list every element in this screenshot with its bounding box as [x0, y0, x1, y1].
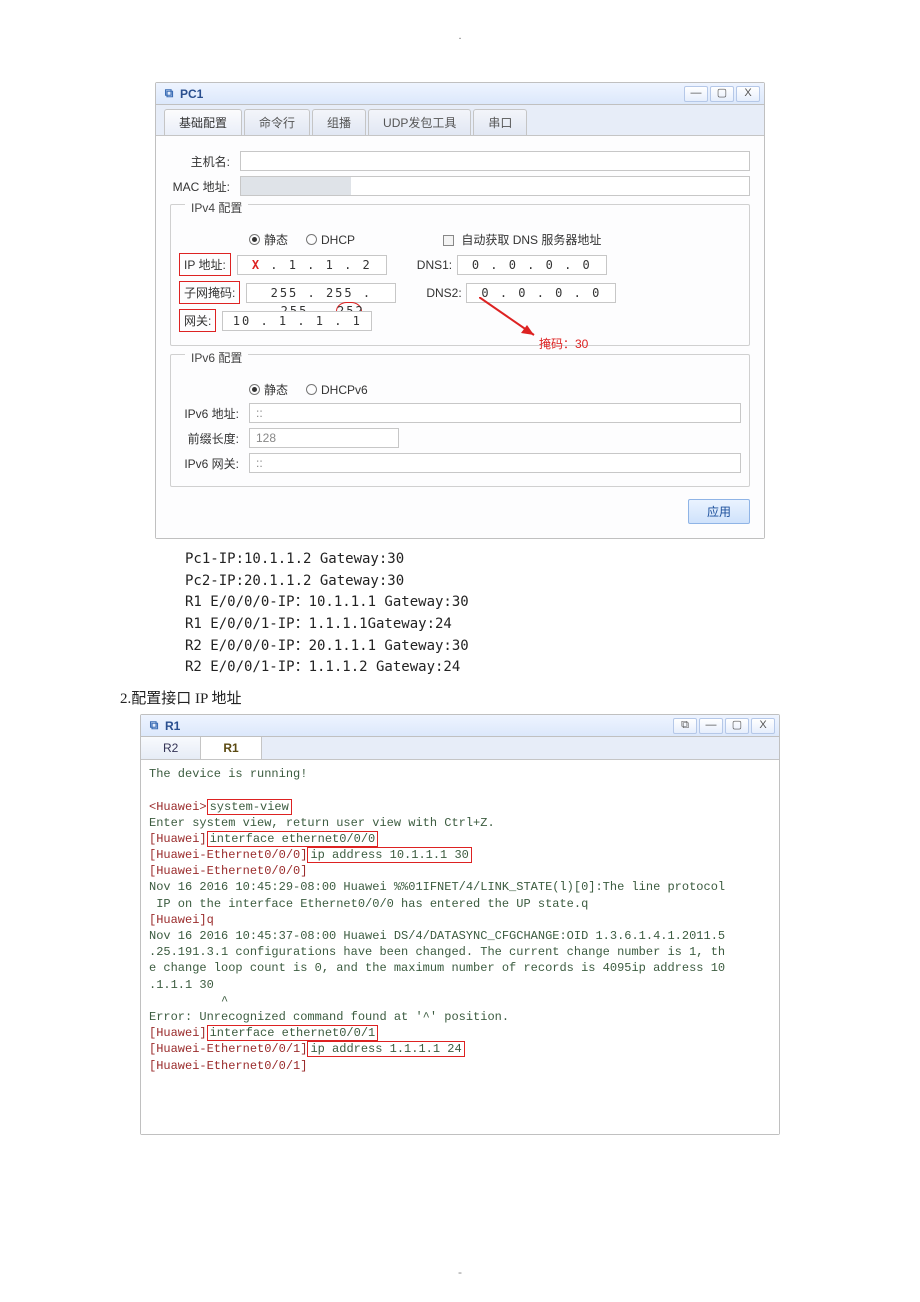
pc1-titlebar[interactable]: ⧉ PC1 — ▢ X — [156, 83, 764, 105]
c-run: The device is running! — [149, 767, 307, 781]
dns2-input[interactable]: 0 . 0 . 0 . 0 — [466, 283, 616, 303]
plen-label: 前缀长度: — [179, 430, 249, 447]
ip-rest: . 1 . 1 . 2 — [261, 258, 372, 272]
note-l2: Pc2-IP:20.1.1.2 Gateway:30 — [185, 571, 765, 593]
r1-titlebar[interactable]: ⧉ R1 ⧉ — ▢ X — [141, 715, 779, 737]
ip6gw-label: IPv6 网关: — [179, 455, 249, 472]
ipv6-group: IPv6 配置 静态 DHCPv6 IPv6 地址: :: 前缀长度: 128 … — [170, 354, 750, 487]
close-button[interactable]: X — [736, 86, 760, 102]
c-p2: [Huawei] — [149, 832, 207, 846]
cmd-ip-1: ip address 1.1.1.1 24 — [307, 1041, 464, 1057]
c-caret: ^ — [149, 994, 228, 1008]
c-p5: [Huawei] — [149, 1026, 207, 1040]
c-log1: Nov 16 2016 10:45:29-08:00 Huawei %%01IF… — [149, 880, 725, 910]
tab-cli[interactable]: 命令行 — [244, 109, 310, 135]
restore-button[interactable]: ⧉ — [673, 718, 697, 734]
tab-multicast[interactable]: 组播 — [312, 109, 366, 135]
ipv6-legend: IPv6 配置 — [185, 349, 248, 366]
minimize-button[interactable]: — — [684, 86, 708, 102]
dns1-label: DNS1: — [417, 258, 457, 272]
r1-tabrow: R2 R1 — [141, 737, 779, 760]
dhcp-label: DHCP — [321, 233, 355, 247]
gw-label: 网关: — [179, 309, 216, 332]
dhcpv6-label: DHCPv6 — [321, 383, 368, 397]
footer-dash: - — [0, 1145, 920, 1299]
pc1-tabs: 基础配置 命令行 组播 UDP发包工具 串口 — [156, 105, 764, 136]
c-p3b: [Huawei-Ethernet0/0/0] — [149, 864, 307, 878]
dns1-input[interactable]: 0 . 0 . 0 . 0 — [457, 255, 607, 275]
note-l6: R2 E/0/0/1-IP：1.1.1.2 Gateway:24 — [185, 657, 765, 679]
section-heading: 2.配置接口 IP 地址 — [120, 687, 800, 708]
ip-input[interactable]: X . 1 . 1 . 2 — [237, 255, 387, 275]
tab-r1[interactable]: R1 — [201, 737, 261, 759]
note-l1: Pc1-IP:10.1.1.2 Gateway:30 — [185, 549, 765, 571]
ipv4-group: IPv4 配置 静态 DHCP 自动获取 DNS 服务器地址 IP 地址: X … — [170, 204, 750, 346]
c-p7: [Huawei-Ethernet0/0/1] — [149, 1059, 307, 1073]
c-p1: <Huawei> — [149, 800, 207, 814]
ipv4-legend: IPv4 配置 — [185, 199, 248, 216]
annotation-mask30: 掩码：30 — [539, 335, 588, 352]
mac-label: MAC 地址: — [170, 178, 240, 195]
ip6-input[interactable]: :: — [249, 403, 741, 423]
note-l5: R2 E/0/0/0-IP：20.1.1.1 Gateway:30 — [185, 636, 765, 658]
note-l3: R1 E/0/0/0-IP：10.1.1.1 Gateway:30 — [185, 592, 765, 614]
ip-first-octet-x: X — [252, 258, 261, 272]
c-err: Error: Unrecognized command found at '^'… — [149, 1010, 509, 1024]
cmd-int-e001: interface ethernet0/0/1 — [207, 1025, 379, 1041]
plen-input[interactable]: 128 — [249, 428, 399, 448]
tab-basic[interactable]: 基础配置 — [164, 109, 242, 135]
dns2-label: DNS2: — [426, 286, 466, 300]
maximize-button[interactable]: ▢ — [725, 718, 749, 734]
c-p4: [Huawei]q — [149, 913, 214, 927]
maximize-button[interactable]: ▢ — [710, 86, 734, 102]
close-button[interactable]: X — [751, 718, 775, 734]
static-v6-label: 静态 — [264, 381, 288, 398]
c-log2: Nov 16 2016 10:45:37-08:00 Huawei DS/4/D… — [149, 929, 725, 992]
note-l4: R1 E/0/0/1-IP：1.1.1.1Gateway:24 — [185, 614, 765, 636]
mask-input[interactable]: 255 . 255 . 255 . 252 — [246, 283, 396, 303]
ip6gw-input[interactable]: :: — [249, 453, 741, 473]
host-label: 主机名: — [170, 153, 240, 170]
static-label: 静态 — [264, 231, 288, 248]
host-input[interactable] — [240, 151, 750, 171]
tab-udp[interactable]: UDP发包工具 — [368, 109, 471, 135]
c-p3: [Huawei-Ethernet0/0/0] — [149, 848, 307, 862]
c-p6: [Huawei-Ethernet0/0/1] — [149, 1042, 307, 1056]
mac-input[interactable] — [240, 176, 750, 196]
page-dot: . — [0, 0, 920, 82]
pc1-title: PC1 — [180, 87, 684, 101]
cmd-int-e000: interface ethernet0/0/0 — [207, 831, 379, 847]
mask-label: 子网掩码: — [179, 281, 240, 304]
minimize-button[interactable]: — — [699, 718, 723, 734]
cmd-system-view: system-view — [207, 799, 292, 815]
radio-static[interactable]: 静态 — [249, 231, 288, 248]
tab-r2[interactable]: R2 — [141, 737, 201, 759]
ip-label: IP 地址: — [179, 253, 231, 276]
ensp-icon: ⧉ — [162, 87, 176, 101]
config-notes: Pc1-IP:10.1.1.2 Gateway:30 Pc2-IP:20.1.1… — [155, 549, 765, 679]
cmd-ip-10: ip address 10.1.1.1 30 — [307, 847, 471, 863]
ensp-icon: ⧉ — [147, 719, 161, 733]
ip6-label: IPv6 地址: — [179, 405, 249, 422]
r1-title: R1 — [165, 719, 673, 733]
auto-dns-checkbox[interactable] — [443, 235, 454, 246]
radio-static-v6[interactable]: 静态 — [249, 381, 288, 398]
gw-input[interactable]: 10 . 1 . 1 . 1 — [222, 311, 372, 331]
c-l2: Enter system view, return user view with… — [149, 816, 495, 830]
radio-dhcpv6[interactable]: DHCPv6 — [306, 383, 368, 397]
radio-dhcp[interactable]: DHCP — [306, 233, 355, 247]
pc1-window: ⧉ PC1 — ▢ X 基础配置 命令行 组播 UDP发包工具 串口 主机名: … — [155, 82, 765, 539]
r1-console[interactable]: The device is running! <Huawei>system-vi… — [141, 760, 779, 1134]
auto-dns-label: 自动获取 DNS 服务器地址 — [461, 233, 601, 247]
r1-window: ⧉ R1 ⧉ — ▢ X R2 R1 The device is running… — [140, 714, 780, 1135]
tab-serial[interactable]: 串口 — [473, 109, 527, 135]
apply-button[interactable]: 应用 — [688, 499, 750, 524]
